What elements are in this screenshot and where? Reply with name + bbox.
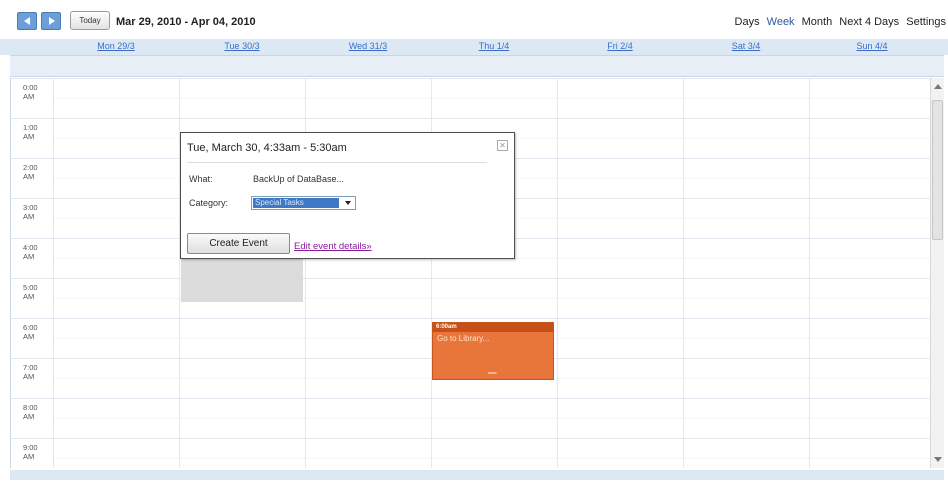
- day-header-sat[interactable]: Sat 3/4: [683, 41, 809, 51]
- half-hour-line: [53, 98, 933, 99]
- calendar-toolbar: Today Mar 29, 2010 - Apr 04, 2010 Days W…: [0, 0, 948, 40]
- quick-add-event-popup: Tue, March 30, 4:33am - 5:30am ✕ What: B…: [180, 132, 515, 259]
- all-day-strip[interactable]: [10, 55, 944, 77]
- next-week-button[interactable]: [41, 12, 61, 30]
- time-label: 4:00 AM: [23, 243, 38, 261]
- view-month-link[interactable]: Month: [802, 16, 833, 28]
- popup-divider: [187, 162, 487, 163]
- view-week-link[interactable]: Week: [767, 16, 795, 28]
- hour-line: [11, 438, 933, 439]
- hour-line: [11, 398, 933, 399]
- selected-time-range[interactable]: [181, 258, 303, 302]
- previous-week-button[interactable]: [17, 12, 37, 30]
- view-days-link[interactable]: Days: [735, 16, 760, 28]
- day-header-thu[interactable]: Thu 1/4: [431, 41, 557, 51]
- date-range-title: Mar 29, 2010 - Apr 04, 2010: [116, 16, 256, 28]
- hour-line: [11, 278, 933, 279]
- time-label: 2:00 AM: [23, 163, 38, 181]
- arrow-right-icon: [49, 17, 55, 25]
- scroll-thumb[interactable]: [932, 100, 943, 240]
- day-column-fri[interactable]: [557, 78, 558, 468]
- what-value[interactable]: BackUp of DataBase...: [253, 174, 344, 184]
- today-button[interactable]: Today: [70, 11, 110, 30]
- day-column-sun[interactable]: [809, 78, 810, 468]
- half-hour-line: [53, 458, 933, 459]
- day-header-fri[interactable]: Fri 2/4: [557, 41, 683, 51]
- settings-link[interactable]: Settings: [906, 16, 946, 28]
- day-header-row: Mon 29/3 Tue 30/3 Wed 31/3 Thu 1/4 Fri 2…: [0, 39, 948, 55]
- day-header-mon[interactable]: Mon 29/3: [53, 41, 179, 51]
- event-time: 6:00am: [433, 323, 553, 332]
- day-header-tue[interactable]: Tue 30/3: [179, 41, 305, 51]
- chevron-down-icon: [345, 201, 351, 205]
- arrow-left-icon: [24, 17, 30, 25]
- time-label: 3:00 AM: [23, 203, 38, 221]
- time-label: 7:00 AM: [23, 363, 38, 381]
- day-column-mon[interactable]: [53, 78, 54, 468]
- scroll-up-icon[interactable]: [934, 84, 942, 89]
- time-label: 6:00 AM: [23, 323, 38, 341]
- edit-event-details-link[interactable]: Edit event details»: [294, 241, 372, 252]
- event-go-to-library[interactable]: 6:00am Go to Library... ===: [432, 322, 554, 380]
- hour-line: [11, 78, 933, 79]
- calendar-footer-bar: [10, 470, 944, 480]
- view-switcher: Days Week Month Next 4 Days Settings: [731, 16, 946, 28]
- grid-scrollbar[interactable]: [930, 78, 944, 468]
- hour-line: [11, 118, 933, 119]
- half-hour-line: [53, 418, 933, 419]
- time-label: 5:00 AM: [23, 283, 38, 301]
- event-title: Go to Library...: [437, 334, 490, 343]
- create-event-button[interactable]: Create Event: [187, 233, 290, 254]
- what-label: What:: [189, 174, 213, 184]
- time-label: 9:00 AM: [23, 443, 38, 461]
- day-column-sat[interactable]: [683, 78, 684, 468]
- popup-title: Tue, March 30, 4:33am - 5:30am: [187, 142, 347, 154]
- event-resize-handle[interactable]: ===: [488, 371, 497, 377]
- day-header-sun[interactable]: Sun 4/4: [809, 41, 935, 51]
- time-label: 8:00 AM: [23, 403, 38, 421]
- category-label: Category:: [189, 198, 229, 208]
- category-select[interactable]: Special Tasks: [251, 196, 356, 210]
- hour-line: [11, 318, 933, 319]
- time-label: 1:00 AM: [23, 123, 38, 141]
- close-icon[interactable]: ✕: [497, 140, 508, 151]
- day-header-wed[interactable]: Wed 31/3: [305, 41, 431, 51]
- category-selected-value: Special Tasks: [253, 198, 339, 208]
- view-next-4-days-link[interactable]: Next 4 Days: [839, 16, 899, 28]
- time-label: 0:00 AM: [23, 83, 38, 101]
- scroll-down-icon[interactable]: [934, 457, 942, 462]
